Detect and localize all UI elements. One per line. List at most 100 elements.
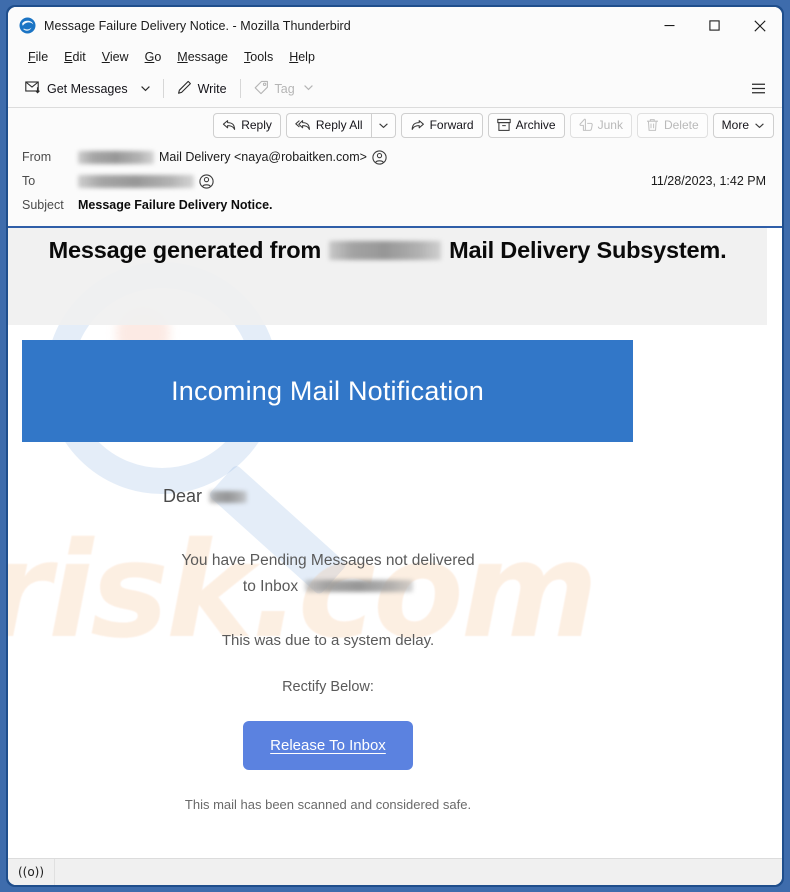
- forward-button[interactable]: Forward: [400, 112, 483, 138]
- header-row-subject: Subject Message Failure Delivery Notice.: [22, 193, 768, 217]
- minimize-icon: [664, 25, 675, 27]
- add-contact-icon-to[interactable]: [199, 173, 214, 189]
- reply-all-button[interactable]: Reply All: [285, 112, 371, 138]
- from-label: From: [22, 150, 52, 164]
- chevron-down-icon: [141, 86, 150, 92]
- close-icon: [753, 19, 766, 32]
- greeting-text: Dear: [163, 486, 203, 506]
- toolbar-separator: [162, 79, 164, 98]
- junk-icon: [579, 118, 593, 132]
- incoming-mail-banner: Incoming Mail Notification: [22, 340, 633, 442]
- tag-button[interactable]: Tag: [247, 75, 321, 102]
- to-label: To: [22, 174, 36, 188]
- archive-icon: [496, 118, 511, 132]
- pending-line-1: You have Pending Messages not delivered: [181, 552, 475, 569]
- menu-view[interactable]: View: [94, 48, 137, 66]
- to-redaction: [78, 174, 194, 188]
- forward-icon: [410, 118, 425, 132]
- write-label: Write: [197, 81, 227, 96]
- app-menu-button[interactable]: [744, 75, 772, 102]
- toolbar-separator-2: [239, 79, 241, 98]
- reply-all-label: Reply All: [315, 118, 363, 132]
- rectify-message: Rectify Below:: [282, 679, 374, 696]
- menu-edit[interactable]: Edit: [56, 48, 94, 66]
- greeting-redaction: [209, 490, 248, 503]
- tag-dropdown-icon: [303, 82, 314, 96]
- archive-label: Archive: [515, 118, 556, 132]
- add-contact-icon[interactable]: [372, 149, 387, 165]
- window-title: Message Failure Delivery Notice. - Mozil…: [44, 18, 351, 33]
- footer-message: This mail has been scanned and considere…: [184, 797, 472, 813]
- more-label: More: [721, 118, 749, 132]
- reply-label: Reply: [241, 118, 272, 132]
- menu-help[interactable]: Help: [281, 48, 323, 66]
- menu-message[interactable]: Message: [169, 48, 236, 66]
- email-body: risk.com Message generated from Mail Del…: [8, 228, 782, 858]
- from-value: Mail Delivery <naya@robaitken.com>: [78, 149, 768, 165]
- write-button[interactable]: Write: [170, 75, 234, 102]
- headline-after: Mail Delivery Subsystem.: [449, 237, 727, 263]
- hamburger-icon: [751, 83, 765, 94]
- pencil-icon: [177, 80, 192, 98]
- header-row-to: To 11/28/2023, 1:42 PM: [22, 169, 768, 193]
- pending-block: You have Pending Messages not delivered …: [8, 548, 648, 695]
- title-bar: Message Failure Delivery Notice. - Mozil…: [8, 7, 782, 44]
- junk-label: Junk: [597, 118, 623, 132]
- forward-label: Forward: [429, 118, 474, 132]
- menu-file[interactable]: FFileile: [20, 48, 56, 66]
- maximize-button[interactable]: [692, 7, 737, 44]
- status-bar: ((o)): [8, 858, 782, 885]
- chevron-down-icon: [378, 122, 388, 128]
- close-button[interactable]: [737, 7, 782, 44]
- delay-message: This was due to a system delay.: [221, 632, 435, 650]
- headline-band: Message generated from Mail Delivery Sub…: [8, 228, 767, 325]
- subject-value: Message Failure Delivery Notice.: [78, 198, 273, 212]
- get-messages-dropdown[interactable]: [135, 75, 157, 102]
- delete-label: Delete: [663, 118, 699, 132]
- online-status-icon[interactable]: ((o)): [8, 858, 55, 885]
- desktop-background: Message Failure Delivery Notice. - Mozil…: [0, 0, 790, 892]
- from-redaction: [78, 150, 154, 164]
- subject-label: Subject: [22, 198, 64, 212]
- get-messages-button[interactable]: Get Messages: [18, 75, 135, 102]
- delete-button[interactable]: Delete: [636, 112, 708, 138]
- window-controls: [647, 7, 782, 44]
- thunderbird-window: Message Failure Delivery Notice. - Mozil…: [8, 7, 782, 885]
- pending-line-2: to Inbox: [242, 577, 299, 595]
- menu-go[interactable]: Go: [137, 48, 170, 66]
- reply-button[interactable]: Reply: [213, 112, 281, 138]
- archive-button[interactable]: Archive: [487, 112, 565, 138]
- message-date: 11/28/2023, 1:42 PM: [650, 174, 766, 188]
- tag-label: Tag: [274, 81, 295, 96]
- thunderbird-icon: [19, 17, 36, 34]
- headline-before: Message generated from: [48, 237, 322, 263]
- from-address: Mail Delivery <naya@robaitken.com>: [159, 150, 367, 164]
- get-messages-icon: [25, 79, 41, 98]
- reply-icon: [222, 118, 236, 132]
- headline-redaction: [329, 241, 442, 260]
- trash-icon: [646, 118, 659, 132]
- banner-text: Incoming Mail Notification: [171, 375, 484, 406]
- pending-line-2-wrap: to Inbox: [242, 574, 414, 600]
- chevron-down-icon: [754, 120, 765, 131]
- reply-all-dropdown[interactable]: [370, 112, 396, 138]
- main-toolbar: Get Messages Write Tag: [8, 70, 782, 108]
- header-row-from: From Mail Delivery <naya@robaitken.com>: [22, 145, 768, 169]
- inbox-redaction: [305, 580, 414, 593]
- maximize-icon: [709, 20, 720, 31]
- get-messages-label: Get Messages: [47, 81, 128, 96]
- window-frame: Message Failure Delivery Notice. - Mozil…: [6, 5, 784, 887]
- greeting-line: Dear: [163, 486, 782, 507]
- pending-message: You have Pending Messages not delivered …: [8, 548, 648, 599]
- more-button[interactable]: More: [712, 112, 774, 138]
- tag-icon: [254, 80, 269, 98]
- menu-bar: FFileile Edit View Go Message Tools Help: [8, 44, 782, 70]
- junk-button[interactable]: Junk: [569, 112, 632, 138]
- release-to-inbox-button[interactable]: Release To Inbox: [243, 721, 413, 771]
- minimize-button[interactable]: [647, 7, 692, 44]
- message-action-bar: Reply Reply All Forward Archive Junk Del…: [8, 108, 782, 141]
- cta-wrapper: Release To Inbox: [8, 721, 648, 771]
- reply-all-icon: [295, 118, 311, 132]
- email-headline: Message generated from Mail Delivery Sub…: [49, 237, 727, 264]
- menu-tools[interactable]: Tools: [236, 48, 281, 66]
